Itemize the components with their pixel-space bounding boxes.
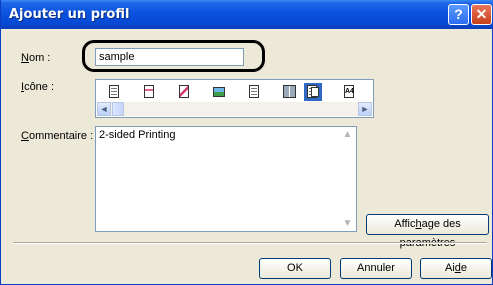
ok-button[interactable]: OK [259, 258, 331, 279]
scroll-up-icon[interactable]: ▲ [340, 127, 355, 142]
icon-horizontal-scrollbar[interactable]: ◄ ► [97, 102, 372, 116]
photo-icon[interactable] [210, 83, 228, 101]
a4-icon[interactable]: A4 [340, 83, 358, 101]
comment-vertical-scrollbar[interactable]: ▲ ▼ [339, 127, 356, 231]
comment-label: Commentaire : [21, 130, 94, 142]
scroll-right-icon[interactable]: ► [358, 102, 372, 116]
scroll-down-icon[interactable]: ▼ [340, 216, 355, 231]
doc-icon[interactable] [105, 83, 123, 101]
help-button[interactable]: Aide [420, 258, 492, 279]
icon-label: Icône : [21, 81, 55, 93]
help-title-button[interactable]: ? [448, 4, 469, 25]
show-settings-button[interactable]: Affichage des paramètres [366, 214, 489, 249]
twoup-icon[interactable] [280, 83, 298, 101]
window-title: Ajouter un profil [9, 7, 130, 22]
title-bar[interactable]: Ajouter un profil ? ✕ [1, 0, 493, 29]
scroll-left-icon[interactable]: ◄ [97, 102, 111, 116]
highlight-outline [82, 40, 265, 72]
dialog-window: Ajouter un profil ? ✕ Nom : sample Icône… [0, 0, 493, 285]
scroll-thumb[interactable] [112, 102, 124, 116]
comment-textarea[interactable]: 2-sided Printing [95, 126, 357, 232]
booklet-icon[interactable] [245, 83, 263, 101]
icon-picker[interactable]: A4 ◄ ► [95, 79, 374, 118]
cancel-button[interactable]: Annuler [340, 258, 412, 279]
color-doc-icon[interactable] [140, 83, 158, 101]
duplex-icon[interactable] [304, 83, 322, 101]
separator [13, 242, 487, 244]
name-label: Nom : [21, 52, 51, 64]
poster-icon[interactable] [175, 83, 193, 101]
close-button[interactable]: ✕ [471, 4, 492, 25]
comment-text: 2-sided Printing [99, 129, 176, 141]
